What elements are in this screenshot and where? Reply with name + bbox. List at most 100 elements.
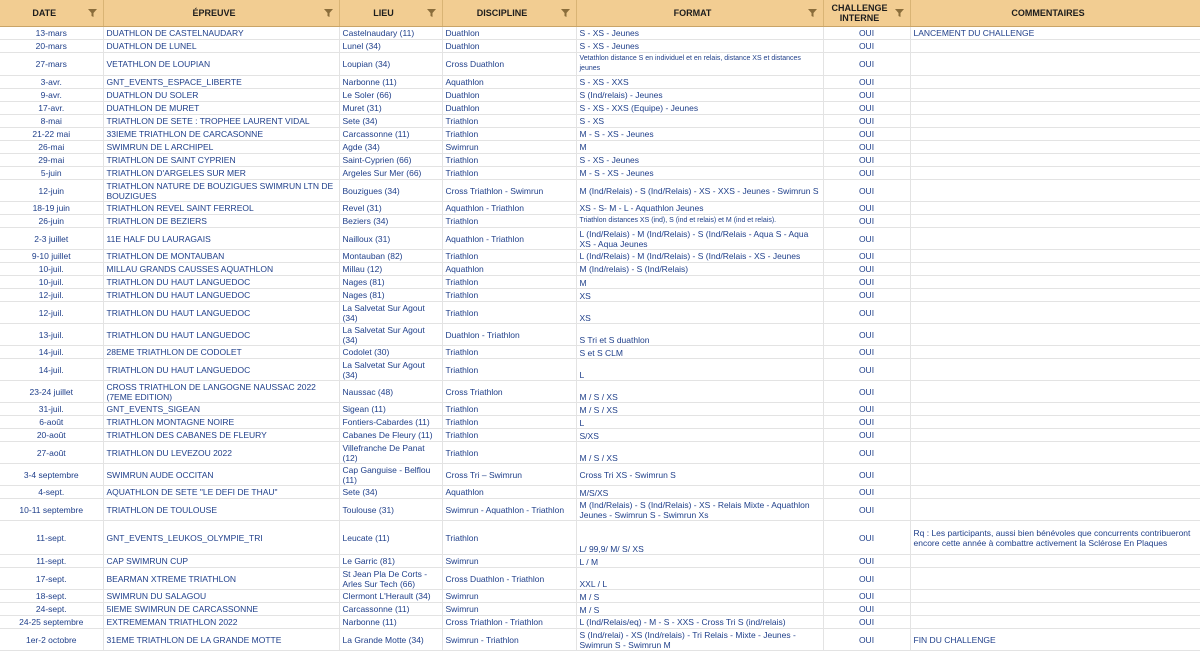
cell-commentaire[interactable]: [910, 275, 1200, 289]
cell-format[interactable]: Vetathlon distance S en individuel et en…: [576, 52, 824, 76]
cell-discipline[interactable]: Triathlon: [442, 402, 577, 416]
cell-epreuve[interactable]: TRIATHLON DU HAUT LANGUEDOC: [103, 301, 340, 324]
cell-commentaire[interactable]: [910, 415, 1200, 429]
cell-lieu[interactable]: Nages (81): [339, 275, 443, 289]
cell-format[interactable]: M - S - XS - Jeunes: [576, 166, 824, 180]
cell-discipline[interactable]: Swimrun - Aquathlon - Triathlon: [442, 498, 577, 521]
cell-format[interactable]: XS: [576, 301, 824, 324]
cell-format[interactable]: S - XS - Jeunes: [576, 153, 824, 167]
cell-challenge[interactable]: OUI: [823, 26, 911, 40]
cell-lieu[interactable]: Fontiers-Cabardes (11): [339, 415, 443, 429]
cell-epreuve[interactable]: TRIATHLON REVEL SAINT FERREOL: [103, 201, 340, 215]
cell-lieu[interactable]: Narbonne (11): [339, 75, 443, 89]
cell-format[interactable]: XS - S- M - L - Aquathlon Jeunes: [576, 201, 824, 215]
cell-epreuve[interactable]: TRIATHLON D'ARGELES SUR MER: [103, 166, 340, 180]
cell-date[interactable]: 3-4 septembre: [0, 463, 104, 486]
cell-lieu[interactable]: Agde (34): [339, 140, 443, 154]
cell-date[interactable]: 21-22 mai: [0, 127, 104, 141]
cell-date[interactable]: 9-avr.: [0, 88, 104, 102]
column-header-epreuve[interactable]: ÉPREUVE: [103, 0, 340, 27]
cell-commentaire[interactable]: [910, 463, 1200, 486]
cell-date[interactable]: 4-sept.: [0, 485, 104, 499]
cell-lieu[interactable]: Bouzigues (34): [339, 179, 443, 202]
cell-challenge[interactable]: OUI: [823, 153, 911, 167]
cell-epreuve[interactable]: CAP SWIMRUN CUP: [103, 554, 340, 568]
cell-commentaire[interactable]: [910, 166, 1200, 180]
cell-challenge[interactable]: OUI: [823, 301, 911, 324]
cell-lieu[interactable]: St Jean Pla De Corts - Arles Sur Tech (6…: [339, 567, 443, 590]
cell-epreuve[interactable]: TRIATHLON DE BEZIERS: [103, 214, 340, 228]
filter-icon[interactable]: [323, 9, 333, 17]
cell-commentaire[interactable]: [910, 262, 1200, 276]
cell-challenge[interactable]: OUI: [823, 463, 911, 486]
cell-challenge[interactable]: OUI: [823, 52, 911, 76]
cell-discipline[interactable]: Triathlon: [442, 520, 577, 555]
cell-format[interactable]: M (Ind/Relais) - S (Ind/Relais) - XS - X…: [576, 179, 824, 202]
cell-commentaire[interactable]: [910, 114, 1200, 128]
filter-icon[interactable]: [807, 9, 817, 17]
cell-discipline[interactable]: Swimrun: [442, 554, 577, 568]
cell-challenge[interactable]: OUI: [823, 615, 911, 629]
cell-challenge[interactable]: OUI: [823, 39, 911, 53]
cell-epreuve[interactable]: SWIMRUN DU SALAGOU: [103, 589, 340, 603]
cell-discipline[interactable]: Aquathlon: [442, 485, 577, 499]
cell-discipline[interactable]: Triathlon: [442, 415, 577, 429]
cell-format[interactable]: S - XS - XXS: [576, 75, 824, 89]
cell-lieu[interactable]: Castelnaudary (11): [339, 26, 443, 40]
cell-epreuve[interactable]: TRIATHLON DE SETE : TROPHEE LAURENT VIDA…: [103, 114, 340, 128]
cell-epreuve[interactable]: TRIATHLON DU HAUT LANGUEDOC: [103, 288, 340, 302]
cell-epreuve[interactable]: TRIATHLON DE SAINT CYPRIEN: [103, 153, 340, 167]
cell-format[interactable]: S - XS - Jeunes: [576, 39, 824, 53]
cell-date[interactable]: 26-juin: [0, 214, 104, 228]
cell-epreuve[interactable]: DUATHLON DE MURET: [103, 101, 340, 115]
cell-discipline[interactable]: Aquathlon - Triathlon: [442, 227, 577, 250]
cell-challenge[interactable]: OUI: [823, 75, 911, 89]
cell-discipline[interactable]: Aquathlon: [442, 75, 577, 89]
cell-epreuve[interactable]: TRIATHLON DE MONTAUBAN: [103, 249, 340, 263]
cell-date[interactable]: 14-juil.: [0, 358, 104, 381]
cell-commentaire[interactable]: [910, 227, 1200, 250]
cell-lieu[interactable]: Narbonne (11): [339, 615, 443, 629]
cell-challenge[interactable]: OUI: [823, 415, 911, 429]
cell-commentaire[interactable]: [910, 345, 1200, 359]
cell-commentaire[interactable]: LANCEMENT DU CHALLENGE: [910, 26, 1200, 40]
cell-commentaire[interactable]: [910, 589, 1200, 603]
cell-challenge[interactable]: OUI: [823, 140, 911, 154]
cell-challenge[interactable]: OUI: [823, 227, 911, 250]
cell-format[interactable]: M - S - XS - Jeunes: [576, 127, 824, 141]
cell-challenge[interactable]: OUI: [823, 288, 911, 302]
cell-date[interactable]: 27-août: [0, 441, 104, 464]
filter-icon[interactable]: [560, 9, 570, 17]
cell-challenge[interactable]: OUI: [823, 262, 911, 276]
cell-date[interactable]: 18-19 juin: [0, 201, 104, 215]
cell-challenge[interactable]: OUI: [823, 554, 911, 568]
cell-date[interactable]: 10-juil.: [0, 262, 104, 276]
cell-lieu[interactable]: Toulouse (31): [339, 498, 443, 521]
cell-format[interactable]: S (Ind/relai) - XS (Ind/relais) - Tri Re…: [576, 628, 824, 651]
cell-format[interactable]: M (Ind/relais) - S (Ind/Relais): [576, 262, 824, 276]
cell-epreuve[interactable]: 5IEME SWIMRUN DE CARCASSONNE: [103, 602, 340, 616]
cell-commentaire[interactable]: [910, 140, 1200, 154]
cell-format[interactable]: L (Ind/Relais/eq) - M - S - XXS - Cross …: [576, 615, 824, 629]
cell-lieu[interactable]: Villefranche De Panat (12): [339, 441, 443, 464]
cell-commentaire[interactable]: [910, 179, 1200, 202]
cell-commentaire[interactable]: [910, 567, 1200, 590]
cell-challenge[interactable]: OUI: [823, 166, 911, 180]
cell-format[interactable]: S - XS - Jeunes: [576, 26, 824, 40]
cell-date[interactable]: 31-juil.: [0, 402, 104, 416]
cell-lieu[interactable]: Sigean (11): [339, 402, 443, 416]
cell-commentaire[interactable]: [910, 485, 1200, 499]
cell-date[interactable]: 10-juil.: [0, 275, 104, 289]
cell-format[interactable]: M / S / XS: [576, 402, 824, 416]
cell-lieu[interactable]: La Grande Motte (34): [339, 628, 443, 651]
cell-lieu[interactable]: Carcassonne (11): [339, 602, 443, 616]
cell-format[interactable]: Triathlon distances XS (ind), S (ind et …: [576, 214, 824, 228]
cell-format[interactable]: M: [576, 140, 824, 154]
cell-commentaire[interactable]: [910, 498, 1200, 521]
cell-epreuve[interactable]: BEARMAN XTREME TRIATHLON: [103, 567, 340, 590]
cell-format[interactable]: L/ 99,9/ M/ S/ XS: [576, 520, 824, 555]
cell-format[interactable]: XXL / L: [576, 567, 824, 590]
cell-format[interactable]: L (Ind/Relais) - M (Ind/Relais) - S (Ind…: [576, 227, 824, 250]
cell-format[interactable]: M / S / XS: [576, 380, 824, 403]
cell-date[interactable]: 20-août: [0, 428, 104, 442]
